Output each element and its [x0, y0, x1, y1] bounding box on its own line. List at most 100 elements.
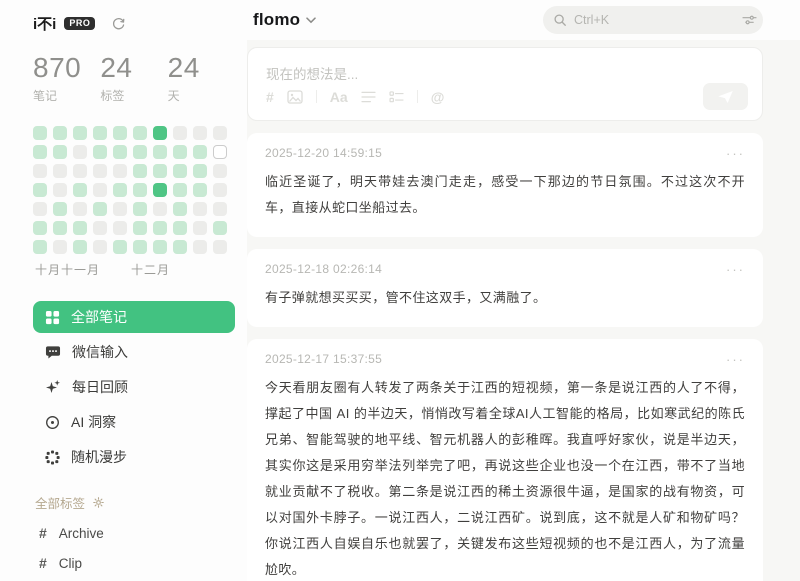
tag-item-clip[interactable]: # Clip — [33, 548, 235, 578]
note-header: 2025-12-18 02:26:14 ··· — [265, 262, 745, 276]
format-tool-icon[interactable]: Aa — [330, 90, 348, 104]
hash-icon: # — [39, 525, 47, 541]
tags-header[interactable]: 全部标签 — [35, 493, 235, 512]
heatmap-cell — [113, 183, 127, 197]
heatmap-cell — [213, 183, 227, 197]
stat-value: 24 — [168, 52, 235, 84]
flomo-logo: flomo — [253, 10, 300, 30]
stats-row: 870 笔记 24 标签 24 天 — [33, 52, 235, 104]
heatmap-cell — [33, 126, 47, 140]
heatmap-cell — [73, 183, 87, 197]
heatmap-cell — [73, 240, 87, 254]
stat-label: 标签 — [100, 87, 167, 104]
heatmap-cell — [213, 240, 227, 254]
heatmap-cell — [73, 221, 87, 235]
heatmap-cell — [93, 221, 107, 235]
main-area: flomo 现在的想法是... # — [247, 0, 800, 581]
sidebar-menu: 全部笔记 微信输入 每日回顾 — [33, 301, 235, 473]
note-card: 2025-12-17 15:37:55 ··· 今天看朋友圈有人转发了两条关于江… — [247, 339, 763, 581]
stat-label: 笔记 — [33, 87, 100, 104]
heatmap-cell — [133, 240, 147, 254]
sidebar-item-all-notes[interactable]: 全部笔记 — [33, 301, 235, 333]
sync-icon[interactable] — [111, 16, 126, 31]
note-content: 有子弹就想买买买，管不住这双手，又满融了。 — [265, 285, 745, 311]
composer-placeholder[interactable]: 现在的想法是... — [266, 63, 748, 83]
heatmap-cell — [153, 221, 167, 235]
send-button[interactable] — [703, 83, 748, 110]
mention-tool-icon[interactable]: @ — [431, 90, 445, 104]
tag-label: Archive — [59, 526, 104, 541]
stat-tags[interactable]: 24 标签 — [100, 52, 167, 104]
tag-item-archive[interactable]: # Archive — [33, 518, 235, 548]
gear-icon[interactable] — [93, 497, 104, 508]
heatmap-cell — [173, 202, 187, 216]
heatmap-cell — [173, 126, 187, 140]
note-content: 今天看朋友圈有人转发了两条关于江西的短视频，第一条是说江西的人了不得，撑起了中国… — [265, 375, 745, 581]
heatmap-cell — [213, 145, 227, 159]
note-card: 2025-12-20 14:59:15 ··· 临近圣诞了，明天带娃去澳门走走，… — [247, 133, 763, 237]
stat-days[interactable]: 24 天 — [168, 52, 235, 104]
checklist-tool-icon[interactable] — [389, 91, 404, 103]
heatmap-cell — [73, 126, 87, 140]
heatmap-cell — [173, 221, 187, 235]
heatmap-cell — [113, 240, 127, 254]
heatmap-cell — [213, 126, 227, 140]
heatmap-cell — [73, 145, 87, 159]
heatmap-cell — [93, 145, 107, 159]
heatmap-cell — [113, 164, 127, 178]
sidebar-item-random-walk[interactable]: 随机漫步 — [33, 441, 235, 473]
heatmap-cell — [33, 145, 47, 159]
search-box[interactable] — [543, 6, 763, 34]
stat-label: 天 — [168, 87, 235, 104]
logo-menu[interactable]: flomo — [253, 10, 316, 30]
heatmap-cell — [73, 164, 87, 178]
note-header: 2025-12-20 14:59:15 ··· — [265, 146, 745, 160]
heatmap-cell — [33, 164, 47, 178]
sidebar-item-label: 全部笔记 — [71, 307, 127, 327]
main-header: flomo — [247, 0, 800, 40]
heatmap-cell — [193, 240, 207, 254]
pro-badge: PRO — [64, 17, 95, 30]
filter-icon[interactable] — [742, 14, 757, 26]
stat-notes[interactable]: 870 笔记 — [33, 52, 100, 104]
username: i不i — [33, 13, 56, 34]
sidebar-item-daily-review[interactable]: 每日回顾 — [33, 371, 235, 403]
grid-icon — [45, 310, 60, 325]
heatmap-cell — [133, 202, 147, 216]
search-input[interactable] — [574, 13, 735, 27]
more-icon[interactable]: ··· — [726, 353, 745, 366]
heatmap-cell — [53, 183, 67, 197]
note-timestamp: 2025-12-20 14:59:15 — [265, 146, 382, 160]
heatmap-cell — [153, 183, 167, 197]
heatmap-cell — [53, 126, 67, 140]
list-tool-icon[interactable] — [361, 91, 376, 103]
user-row[interactable]: i不i PRO — [33, 12, 235, 34]
heatmap-cell — [33, 240, 47, 254]
image-tool-icon[interactable] — [287, 90, 303, 104]
heatmap-cell — [33, 221, 47, 235]
month-label: 十月十一月 — [35, 261, 100, 278]
note-card: 2025-12-18 02:26:14 ··· 有子弹就想买买买，管不住这双手，… — [247, 249, 763, 327]
heatmap-cell — [53, 240, 67, 254]
heatmap-cell — [193, 221, 207, 235]
heatmap-cell — [173, 164, 187, 178]
note-content: 临近圣诞了，明天带娃去澳门走走，感受一下那边的节日氛围。不过这次不开车，直接从蛇… — [265, 169, 745, 221]
note-composer[interactable]: 现在的想法是... # Aa — [247, 47, 763, 121]
more-icon[interactable]: ··· — [726, 147, 745, 160]
sidebar-item-label: 每日回顾 — [72, 377, 128, 397]
sidebar-item-wechat-input[interactable]: 微信输入 — [33, 336, 235, 368]
more-icon[interactable]: ··· — [726, 263, 745, 276]
sparkles-icon — [45, 379, 61, 395]
heatmap-cell — [113, 126, 127, 140]
tag-label: Clip — [59, 556, 82, 571]
month-label: 十二月 — [131, 261, 170, 278]
heatmap-cell — [213, 164, 227, 178]
heatmap-cell — [213, 221, 227, 235]
heatmap-cell — [113, 221, 127, 235]
sidebar-item-ai-insight[interactable]: AI 洞察 — [33, 406, 235, 438]
heatmap-cell — [193, 126, 207, 140]
sidebar-item-label: 微信输入 — [72, 342, 128, 362]
tag-tool-icon[interactable]: # — [266, 90, 274, 104]
heatmap-cell — [153, 145, 167, 159]
heatmap-cell — [93, 126, 107, 140]
